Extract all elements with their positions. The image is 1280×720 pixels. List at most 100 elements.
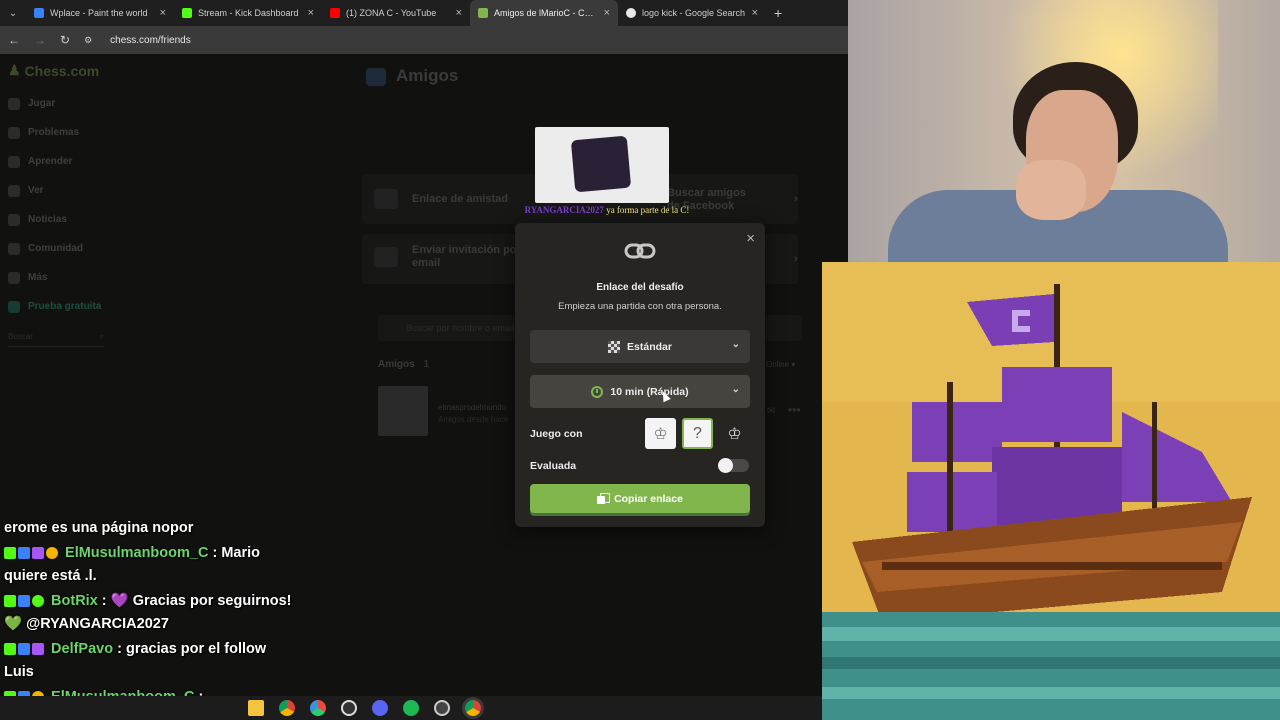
chevron-down-icon: ⌄ [731, 339, 740, 350]
challenge-link-modal: × Enlace del desafío Empieza una partida… [515, 223, 765, 527]
vip-badge-icon [18, 595, 30, 608]
wplace-favicon-icon [34, 8, 44, 18]
more-options-icon[interactable]: ••• [788, 403, 801, 417]
chrome-icon[interactable] [279, 700, 295, 716]
sidebar-item-label: Más [28, 272, 48, 283]
sidebar-item-comunidad[interactable]: Comunidad [8, 234, 112, 263]
friends-heading: Amigos 1 [378, 359, 429, 370]
modal-title: Enlace del desafío [596, 282, 684, 293]
address-bar: ← → ↻ ⚙ chess.com/friends [0, 26, 848, 54]
copy-link-button[interactable]: Copiar enlace [530, 484, 750, 513]
chevron-right-icon: › [794, 193, 798, 205]
friend-avatar[interactable] [378, 386, 428, 436]
news-icon [8, 213, 20, 226]
close-icon[interactable]: × [752, 7, 758, 19]
screen: ⌄ Wplace - Paint the world × Stream - Ki… [0, 0, 1280, 720]
file-explorer-icon[interactable] [248, 700, 264, 716]
follow-alert-text: RYANGARCIA2027 ya forma parte de la C! [522, 205, 692, 216]
sidebar-item-label: Problemas [28, 127, 80, 138]
chess-logo[interactable]: ♟ Chess.com [8, 62, 112, 79]
online-filter[interactable]: Online ▾ [766, 360, 795, 369]
sidebar-item-mas[interactable]: Más [8, 263, 112, 292]
sidebar-item-label: Aprender [28, 156, 73, 167]
chat-badges [4, 547, 58, 560]
close-icon[interactable]: × [456, 7, 462, 19]
chat-badges [4, 643, 44, 656]
close-icon[interactable]: × [308, 7, 314, 19]
vip-badge-icon [18, 547, 30, 560]
rated-label: Evaluada [530, 460, 577, 472]
tab-wplace[interactable]: Wplace - Paint the world × [26, 0, 174, 26]
gem-badge-icon [32, 643, 44, 656]
play-black-button[interactable]: ♔ [719, 418, 750, 449]
tab-kick[interactable]: Stream - Kick Dashboard × [174, 0, 322, 26]
friend-name[interactable]: elmasprodelmundo [438, 403, 506, 412]
copy-link-label: Copiar enlace [614, 492, 683, 505]
message-icon[interactable]: ✉ [767, 406, 775, 417]
chat-text: 💜 Gracias por seguirnos! 💚 @RYANGARCIA20… [4, 593, 292, 632]
tab-search-icon[interactable]: ⌄ [0, 0, 26, 26]
chevron-right-icon: › [794, 253, 798, 265]
variant-select[interactable]: Estándar ⌄ [530, 330, 750, 363]
gem-badge-icon [32, 547, 44, 560]
email-invite-label: Enviar invitación por email [412, 244, 521, 269]
friends-search-placeholder: Buscar por nombre o email [406, 323, 515, 333]
friendship-link-label: Enlace de amistad [412, 193, 508, 205]
alert-message: ya forma parte de la C! [606, 205, 690, 215]
streamer-hand [1016, 160, 1086, 220]
stopwatch-icon [591, 385, 604, 398]
chat-message: BotRix : 💜 Gracias por seguirnos! 💚 @RYA… [4, 593, 292, 632]
sidebar-search[interactable]: Buscar ⌕ [8, 327, 104, 347]
puzzle-icon [8, 126, 20, 139]
logo-text: Chess.com [24, 62, 100, 79]
friends-heading-label: Amigos [378, 359, 415, 370]
friends-icon [366, 68, 386, 86]
back-icon[interactable]: ← [8, 33, 20, 47]
sidebar-item-noticias[interactable]: Noticias [8, 205, 112, 234]
sidebar-item-aprender[interactable]: Aprender [8, 147, 112, 176]
play-random-button[interactable]: ? [682, 418, 713, 449]
close-icon[interactable]: × [604, 7, 610, 19]
reload-icon[interactable]: ↻ [60, 33, 70, 47]
rated-toggle[interactable] [718, 458, 749, 473]
vip-badge-icon [18, 643, 30, 656]
app-icon[interactable] [434, 700, 450, 716]
spotify-icon[interactable] [403, 700, 419, 716]
tab-youtube[interactable]: (1) ZONA C - YouTube × [322, 0, 470, 26]
chessboard-icon [608, 340, 621, 353]
tab-label: (1) ZONA C - YouTube [346, 8, 437, 18]
new-tab-icon[interactable]: + [766, 5, 790, 21]
community-icon [8, 242, 20, 255]
obs-icon[interactable] [310, 700, 326, 716]
sidebar-item-ver[interactable]: Ver [8, 176, 112, 205]
tab-chess[interactable]: Amigos de lMarioC - Chess.com × [470, 0, 618, 26]
sidebar-item-jugar[interactable]: Jugar [8, 89, 112, 118]
copy-icon [597, 493, 611, 504]
sidebar-item-trial[interactable]: Prueba gratuita [8, 292, 112, 321]
page-title: Amigos [396, 66, 459, 85]
play-icon [8, 97, 20, 110]
chess-favicon-icon [478, 8, 488, 18]
white-king-icon: ♔ [653, 425, 668, 443]
play-white-button[interactable]: ♔ [645, 418, 676, 449]
forward-icon[interactable]: → [34, 33, 46, 47]
tab-label: logo kick - Google Search [642, 8, 746, 18]
coin-badge-icon [46, 547, 58, 560]
chat-text: erome es una página nopor [4, 520, 194, 536]
chrome-active-icon[interactable] [465, 700, 481, 716]
discord-icon[interactable] [372, 700, 388, 716]
sidebar: ♟ Chess.com Jugar Problemas Aprender Ver… [0, 54, 120, 354]
tab-google[interactable]: logo kick - Google Search × [618, 0, 766, 26]
url-field[interactable]: chess.com/friends [110, 35, 191, 46]
close-icon[interactable]: × [160, 7, 166, 19]
kick-favicon-icon [182, 8, 192, 18]
close-icon[interactable]: × [746, 230, 755, 247]
chevron-down-icon: ⌄ [731, 384, 740, 395]
recorder-icon[interactable] [341, 700, 357, 716]
sidebar-item-problemas[interactable]: Problemas [8, 118, 112, 147]
tab-strip: ⌄ Wplace - Paint the world × Stream - Ki… [0, 0, 848, 26]
time-control-select[interactable]: 10 min (Rápida) ⌄ [530, 375, 750, 408]
site-info-icon[interactable]: ⚙ [84, 35, 92, 46]
stream-chat: erome es una página nopor ElMusulmanboom… [4, 517, 294, 711]
webcam-feed [848, 0, 1280, 262]
